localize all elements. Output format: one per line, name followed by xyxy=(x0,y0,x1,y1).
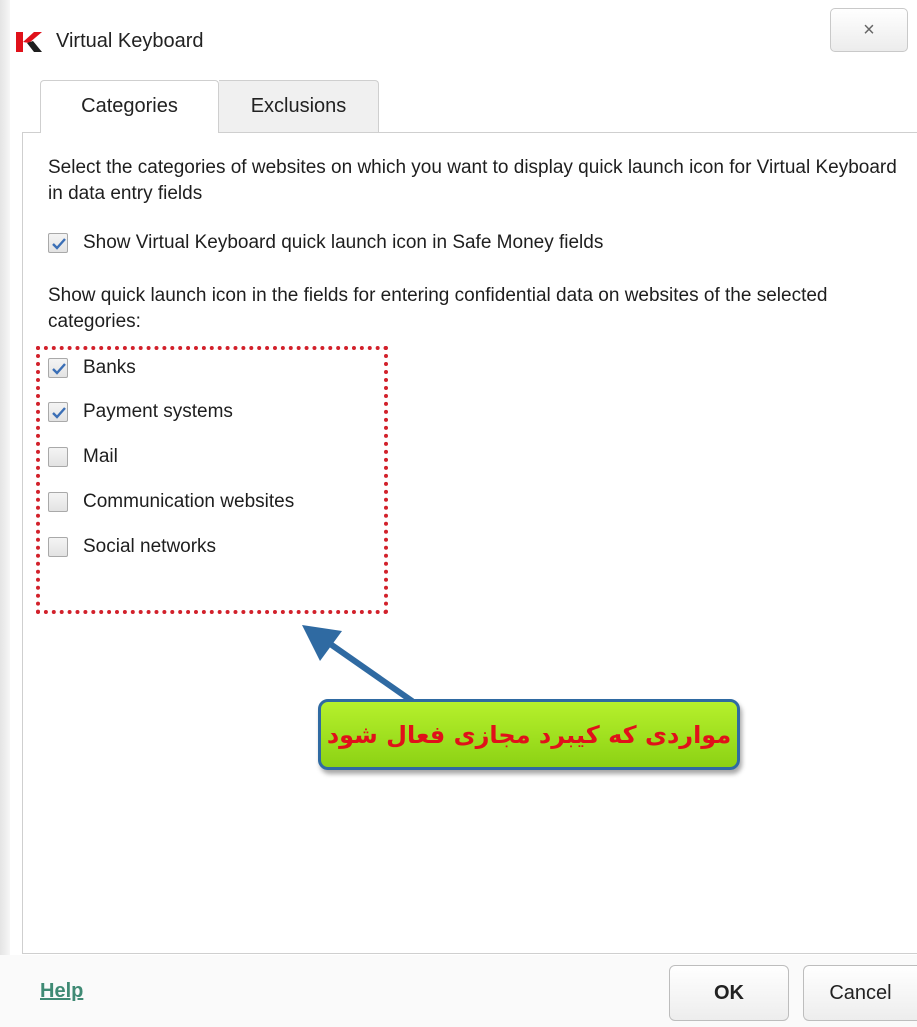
highlight-box xyxy=(36,346,388,614)
close-button[interactable]: × xyxy=(830,8,908,52)
kaspersky-logo-icon xyxy=(16,32,42,52)
annotation-callout: مواردی که کیبرد مجازی فعال شود xyxy=(318,699,740,770)
description-text: Select the categories of websites on whi… xyxy=(48,157,897,204)
close-icon: × xyxy=(863,19,875,41)
virtual-keyboard-dialog: Virtual Keyboard × Categories Exclusions… xyxy=(0,0,917,1027)
tab-exclusions[interactable]: Exclusions xyxy=(219,80,379,133)
categories-intro-text: Show quick launch icon in the fields for… xyxy=(48,285,828,332)
cancel-button[interactable]: Cancel xyxy=(803,965,917,1021)
title-bar: Virtual Keyboard × xyxy=(0,0,917,72)
safe-money-label: Show Virtual Keyboard quick launch icon … xyxy=(83,232,604,253)
checkmark-icon xyxy=(52,238,66,250)
ok-button[interactable]: OK xyxy=(669,965,789,1021)
safe-money-checkbox[interactable] xyxy=(48,233,68,253)
help-link[interactable]: Help xyxy=(40,980,83,1003)
safe-money-option[interactable]: Show Virtual Keyboard quick launch icon … xyxy=(48,229,603,257)
tab-categories[interactable]: Categories xyxy=(40,80,219,133)
window-title: Virtual Keyboard xyxy=(56,30,204,52)
